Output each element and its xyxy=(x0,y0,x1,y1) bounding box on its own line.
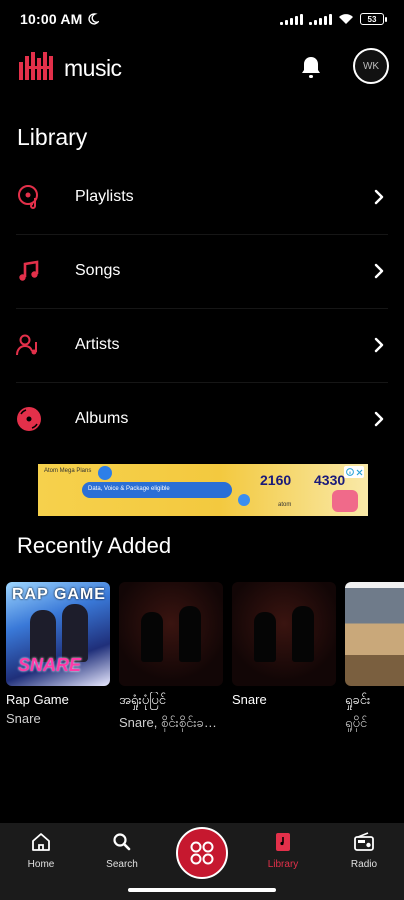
recently-added-title: Recently Added xyxy=(17,533,172,558)
ad-banner[interactable]: Atom Mega Plans Data, Voice & Package el… xyxy=(38,464,368,516)
radio-icon xyxy=(354,832,374,851)
album-title: အရှုံးပုံပြင် xyxy=(119,692,166,707)
playlist-disc-icon xyxy=(18,185,38,209)
grid-icon xyxy=(190,841,214,865)
cover-text: SNARE xyxy=(18,655,82,675)
cover-figure xyxy=(141,612,163,662)
avatar[interactable]: WK xyxy=(353,48,389,84)
cover-figure xyxy=(254,612,276,662)
album-icon xyxy=(17,407,41,431)
album-artist: ရှုပိုင် xyxy=(345,715,368,730)
status-time: 10:00 AM xyxy=(20,11,83,27)
album-cover xyxy=(119,582,223,686)
library-item-playlists[interactable]: Playlists xyxy=(0,160,404,234)
artist-icon xyxy=(16,334,37,356)
library-item-label: Songs xyxy=(75,262,121,279)
album-card[interactable]: အရှုံးပုံပြင် Snare, စိုင်းစိုင်းခ… xyxy=(119,582,223,732)
ad-promo: Data, Voice & Package eligible xyxy=(82,482,232,498)
library-item-label: Playlists xyxy=(75,188,134,205)
home-indicator[interactable] xyxy=(128,888,276,892)
nav-search[interactable]: Search xyxy=(92,831,152,870)
library-item-songs[interactable]: Songs xyxy=(0,234,404,308)
brand-word: music xyxy=(64,55,122,81)
app-logo[interactable]: music xyxy=(18,52,122,82)
nav-home[interactable]: Home xyxy=(11,831,71,870)
status-left: 10:00 AM xyxy=(20,11,99,27)
album-cover xyxy=(232,582,336,686)
recently-added-carousel[interactable]: RAP GAME SNARE Rap Game Snare အရှုံးပုံပ… xyxy=(6,582,404,732)
library-item-artists[interactable]: Artists xyxy=(0,308,404,382)
chevron-right-icon xyxy=(374,189,384,205)
avatar-initials: WK xyxy=(362,60,380,72)
music-note-icon xyxy=(19,260,39,281)
wifi-icon xyxy=(339,14,353,24)
ad-price-1: 2160 xyxy=(260,472,292,488)
album-title: Snare xyxy=(232,692,267,707)
nav-label: Library xyxy=(267,859,299,870)
moon-icon xyxy=(87,13,99,25)
signal-icon xyxy=(280,13,303,25)
ad-choices-badge[interactable] xyxy=(344,466,364,478)
library-book-icon xyxy=(276,833,290,851)
album-artist: Snare, စိုင်းစိုင်းခ… xyxy=(119,715,217,730)
library-item-albums[interactable]: Albums xyxy=(0,382,404,456)
nav-label: Radio xyxy=(350,859,378,870)
chevron-right-icon xyxy=(374,411,384,427)
library-item-label: Artists xyxy=(75,336,120,353)
home-icon xyxy=(32,833,50,851)
album-title: ရှုခင်း xyxy=(345,692,371,707)
center-menu-button[interactable] xyxy=(176,827,228,879)
battery-level: 53 xyxy=(367,14,377,24)
brand-mark-icon xyxy=(19,52,53,80)
album-card[interactable]: Snare xyxy=(232,582,336,711)
nav-label: Search xyxy=(106,859,138,870)
chevron-right-icon xyxy=(374,263,384,279)
ad-decoration xyxy=(332,490,358,512)
status-right: 53 xyxy=(280,13,387,25)
cover-figure xyxy=(179,606,201,662)
album-card[interactable]: ရှုခင်း ရှုပိုင် xyxy=(345,582,404,732)
bottom-nav: Home Search Library Radio xyxy=(0,823,404,900)
album-cover xyxy=(345,582,404,686)
library-list: Playlists Songs Artists Albums xyxy=(0,160,404,456)
chevron-right-icon xyxy=(374,337,384,353)
info-icon xyxy=(345,468,354,476)
cover-figure xyxy=(62,604,88,662)
library-title: Library xyxy=(17,124,88,150)
battery-icon: 53 xyxy=(360,13,387,25)
nav-library[interactable]: Library xyxy=(253,831,313,870)
nav-label: Home xyxy=(27,859,55,870)
album-cover: RAP GAME SNARE xyxy=(6,582,110,686)
ad-tag: Atom Mega Plans xyxy=(44,468,92,474)
notification-bell-icon[interactable] xyxy=(298,54,324,82)
status-bar: 10:00 AM 53 xyxy=(0,0,404,38)
cover-figure xyxy=(292,606,314,662)
nav-radio[interactable]: Radio xyxy=(334,831,394,870)
ad-price-2: 4330 xyxy=(314,472,346,488)
album-artist: Snare xyxy=(6,711,41,726)
library-item-label: Albums xyxy=(75,410,129,427)
album-title: Rap Game xyxy=(6,692,69,707)
ad-decoration xyxy=(98,466,112,480)
signal-2-icon xyxy=(309,13,332,25)
cover-text: RAP GAME xyxy=(12,586,106,603)
search-icon xyxy=(113,833,131,851)
ad-decoration xyxy=(238,494,250,506)
ad-logo: atom xyxy=(278,502,292,508)
app-header: music WK xyxy=(0,40,404,98)
close-icon xyxy=(356,469,362,475)
album-card[interactable]: RAP GAME SNARE Rap Game Snare xyxy=(6,582,110,726)
